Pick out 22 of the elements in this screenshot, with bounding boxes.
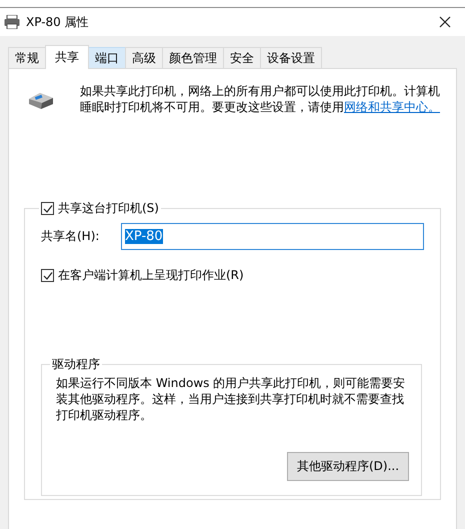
checkbox[interactable] bbox=[41, 202, 54, 215]
share-name-label: 共享名(H): bbox=[41, 228, 100, 245]
network-sharing-link[interactable]: 网络和共享中心。 bbox=[344, 100, 440, 114]
printer-icon bbox=[26, 90, 56, 110]
share-name-field[interactable]: XP-80 bbox=[121, 223, 424, 250]
checkbox-label: 在客户端计算机上呈现打印作业(R) bbox=[58, 267, 244, 284]
close-icon bbox=[439, 16, 451, 28]
group-title: 驱动程序 bbox=[51, 356, 101, 373]
checkmark-icon bbox=[42, 204, 52, 214]
tab[interactable]: 设备设置 bbox=[260, 47, 322, 68]
tab[interactable]: 共享 bbox=[45, 45, 89, 69]
checkbox-label: 共享这台打印机(S) bbox=[58, 200, 159, 217]
checkmark-icon bbox=[42, 270, 52, 280]
description-text: 如果共享此打印机，网络上的所有用户都可以使用此打印机。计算机睡眠时打印机将不可用。要更改这些设置，请使用网络和共享中心。 bbox=[80, 83, 440, 115]
window-title: XP-80 属性 bbox=[26, 14, 90, 30]
drivers-text: 如果运行不同版本 Windows 的用户共享此打印机，则可能需要安装其他驱动程序。这样，当用户连接到共享打印机时就不需要查找打印机驱动程序。 bbox=[56, 375, 406, 423]
additional-drivers-button[interactable]: 其他驱动程序(D)... bbox=[287, 452, 409, 481]
tab[interactable]: 常规 bbox=[8, 47, 46, 68]
checkbox[interactable] bbox=[41, 269, 54, 282]
tab[interactable]: 端口 bbox=[88, 47, 126, 68]
printer-icon bbox=[4, 15, 20, 29]
tab[interactable]: 高级 bbox=[125, 47, 163, 68]
